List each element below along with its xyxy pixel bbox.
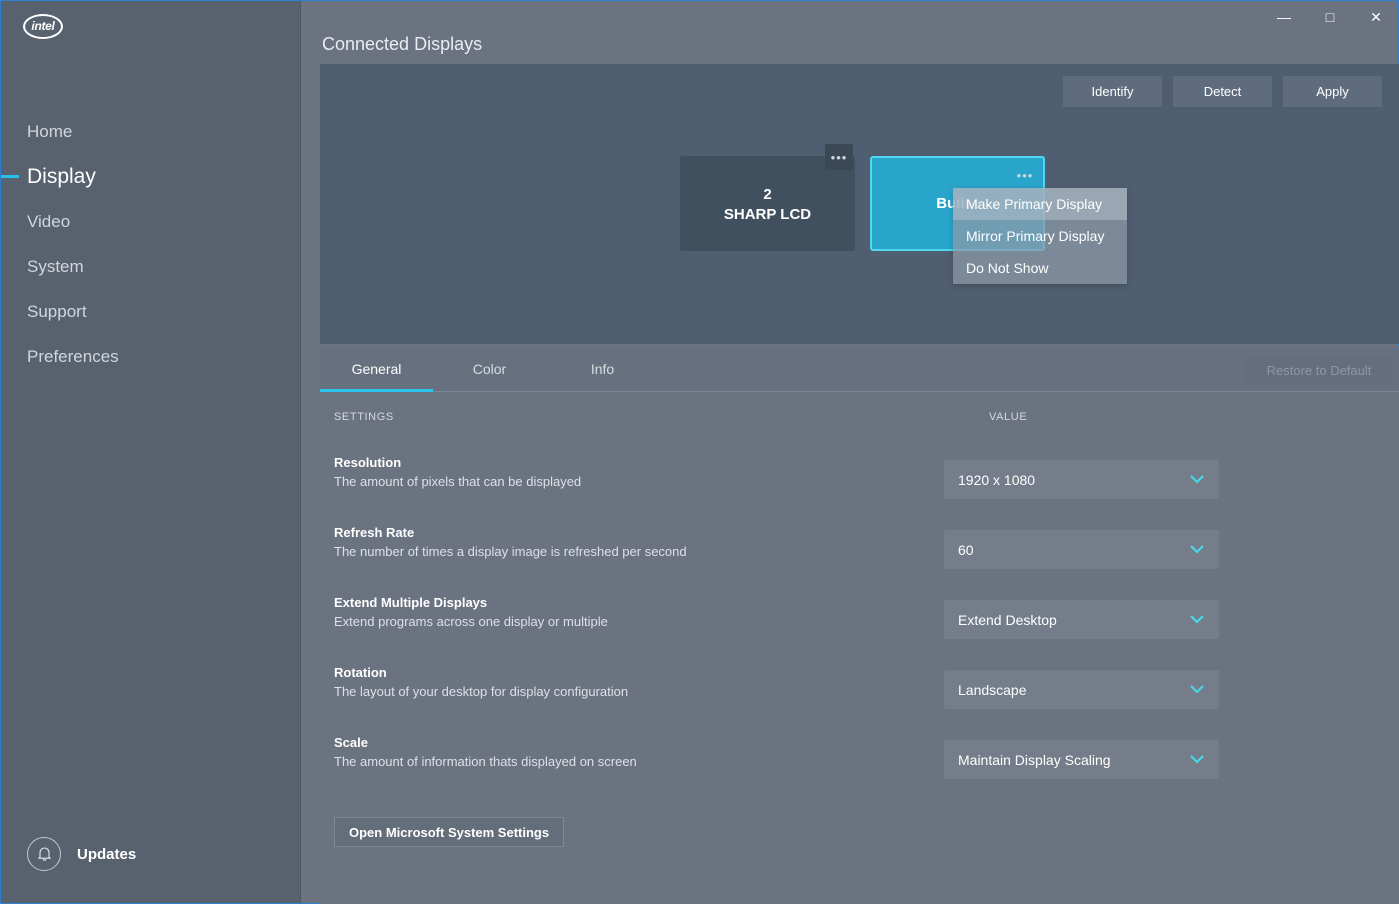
display-actions: Identify Detect Apply (1063, 76, 1382, 107)
maximize-button[interactable]: □ (1307, 2, 1353, 32)
tab-general[interactable]: General (320, 346, 433, 392)
column-header-value: VALUE (989, 411, 1027, 423)
minimize-button[interactable]: — (1261, 2, 1307, 32)
sidebar-item-support[interactable]: Support (1, 289, 301, 334)
bell-icon (27, 837, 61, 871)
context-menu-item-do-not-show[interactable]: Do Not Show (953, 252, 1127, 284)
chevron-down-icon (1189, 752, 1205, 767)
dropdown-value: Maintain Display Scaling (958, 752, 1189, 768)
dropdown-value: Extend Desktop (958, 612, 1189, 628)
setting-description: The amount of pixels that can be display… (334, 474, 1384, 489)
sidebar-item-preferences[interactable]: Preferences (1, 334, 301, 379)
chevron-down-icon (1189, 472, 1205, 487)
monitor-name: SHARP LCD (724, 206, 811, 223)
tabs-bar: General Color Info Restore to Default (320, 346, 1399, 392)
detect-button[interactable]: Detect (1173, 76, 1272, 107)
setting-row-scale: Scale The amount of information thats di… (334, 735, 1384, 805)
setting-description: Extend programs across one display or mu… (334, 614, 1384, 629)
extend-displays-dropdown[interactable]: Extend Desktop (944, 600, 1219, 639)
setting-description: The amount of information thats displaye… (334, 754, 1384, 769)
close-button[interactable]: ✕ (1353, 2, 1399, 32)
main-content: — □ ✕ Connected Displays Identify Detect… (302, 2, 1399, 904)
apply-button[interactable]: Apply (1283, 76, 1382, 107)
setting-label: Extend Multiple Displays (334, 595, 1384, 610)
identify-button[interactable]: Identify (1063, 76, 1162, 107)
sidebar-item-system[interactable]: System (1, 244, 301, 289)
sidebar-item-label: System (27, 257, 84, 277)
updates-label: Updates (77, 846, 136, 863)
setting-row-rotation: Rotation The layout of your desktop for … (334, 665, 1384, 735)
connected-displays-panel: Identify Detect Apply ••• 2 SHARP LCD ••… (320, 64, 1399, 344)
scale-dropdown[interactable]: Maintain Display Scaling (944, 740, 1219, 779)
restore-to-default-button: Restore to Default (1246, 356, 1392, 384)
chevron-down-icon (1189, 542, 1205, 557)
intel-graphics-command-center-window: intel Home Display Video System Support … (0, 0, 1399, 904)
context-menu-item-make-primary[interactable]: Make Primary Display (953, 188, 1127, 220)
chevron-down-icon (1189, 612, 1205, 627)
tabs: General Color Info (320, 346, 1399, 392)
sidebar-item-label: Display (27, 165, 96, 189)
refresh-rate-dropdown[interactable]: 60 (944, 530, 1219, 569)
dropdown-value: 60 (958, 542, 1189, 558)
setting-label: Scale (334, 735, 1384, 750)
sidebar-item-home[interactable]: Home (1, 109, 301, 154)
context-menu-item-mirror-primary[interactable]: Mirror Primary Display (953, 220, 1127, 252)
settings-panel: SETTINGS VALUE Resolution The amount of … (320, 392, 1399, 904)
monitor-options-icon[interactable]: ••• (825, 144, 853, 170)
monitor-context-menu: Make Primary Display Mirror Primary Disp… (953, 188, 1127, 284)
setting-description: The number of times a display image is r… (334, 544, 1384, 559)
setting-label: Refresh Rate (334, 525, 1384, 540)
sidebar-nav: Home Display Video System Support Prefer… (1, 109, 301, 379)
rotation-dropdown[interactable]: Landscape (944, 670, 1219, 709)
sidebar-item-label: Support (27, 302, 87, 322)
sidebar-item-video[interactable]: Video (1, 199, 301, 244)
window-titlebar: — □ ✕ (302, 2, 1399, 36)
sidebar-item-label: Preferences (27, 347, 119, 367)
setting-row-extend-multiple-displays: Extend Multiple Displays Extend programs… (334, 595, 1384, 665)
monitor-tile-2[interactable]: ••• 2 SHARP LCD (680, 156, 855, 251)
resolution-dropdown[interactable]: 1920 x 1080 (944, 460, 1219, 499)
open-microsoft-system-settings-button[interactable]: Open Microsoft System Settings (334, 817, 564, 847)
intel-logo: intel (23, 14, 63, 39)
setting-description: The layout of your desktop for display c… (334, 684, 1384, 699)
setting-row-resolution: Resolution The amount of pixels that can… (334, 455, 1384, 525)
sidebar-item-display[interactable]: Display (1, 154, 301, 199)
tab-color[interactable]: Color (433, 346, 546, 392)
dropdown-value: Landscape (958, 682, 1189, 698)
monitor-options-icon[interactable]: ••• (1011, 162, 1039, 188)
setting-row-refresh-rate: Refresh Rate The number of times a displ… (334, 525, 1384, 595)
sidebar-item-label: Video (27, 212, 70, 232)
tab-info[interactable]: Info (546, 346, 659, 392)
setting-label: Rotation (334, 665, 1384, 680)
monitor-number: 2 (763, 184, 771, 206)
updates-button[interactable]: Updates (27, 837, 136, 871)
page-title: Connected Displays (322, 34, 482, 55)
chevron-down-icon (1189, 682, 1205, 697)
column-header-settings: SETTINGS (334, 411, 394, 423)
dropdown-value: 1920 x 1080 (958, 472, 1189, 488)
sidebar: intel Home Display Video System Support … (1, 1, 301, 903)
setting-label: Resolution (334, 455, 1384, 470)
sidebar-item-label: Home (27, 122, 72, 142)
